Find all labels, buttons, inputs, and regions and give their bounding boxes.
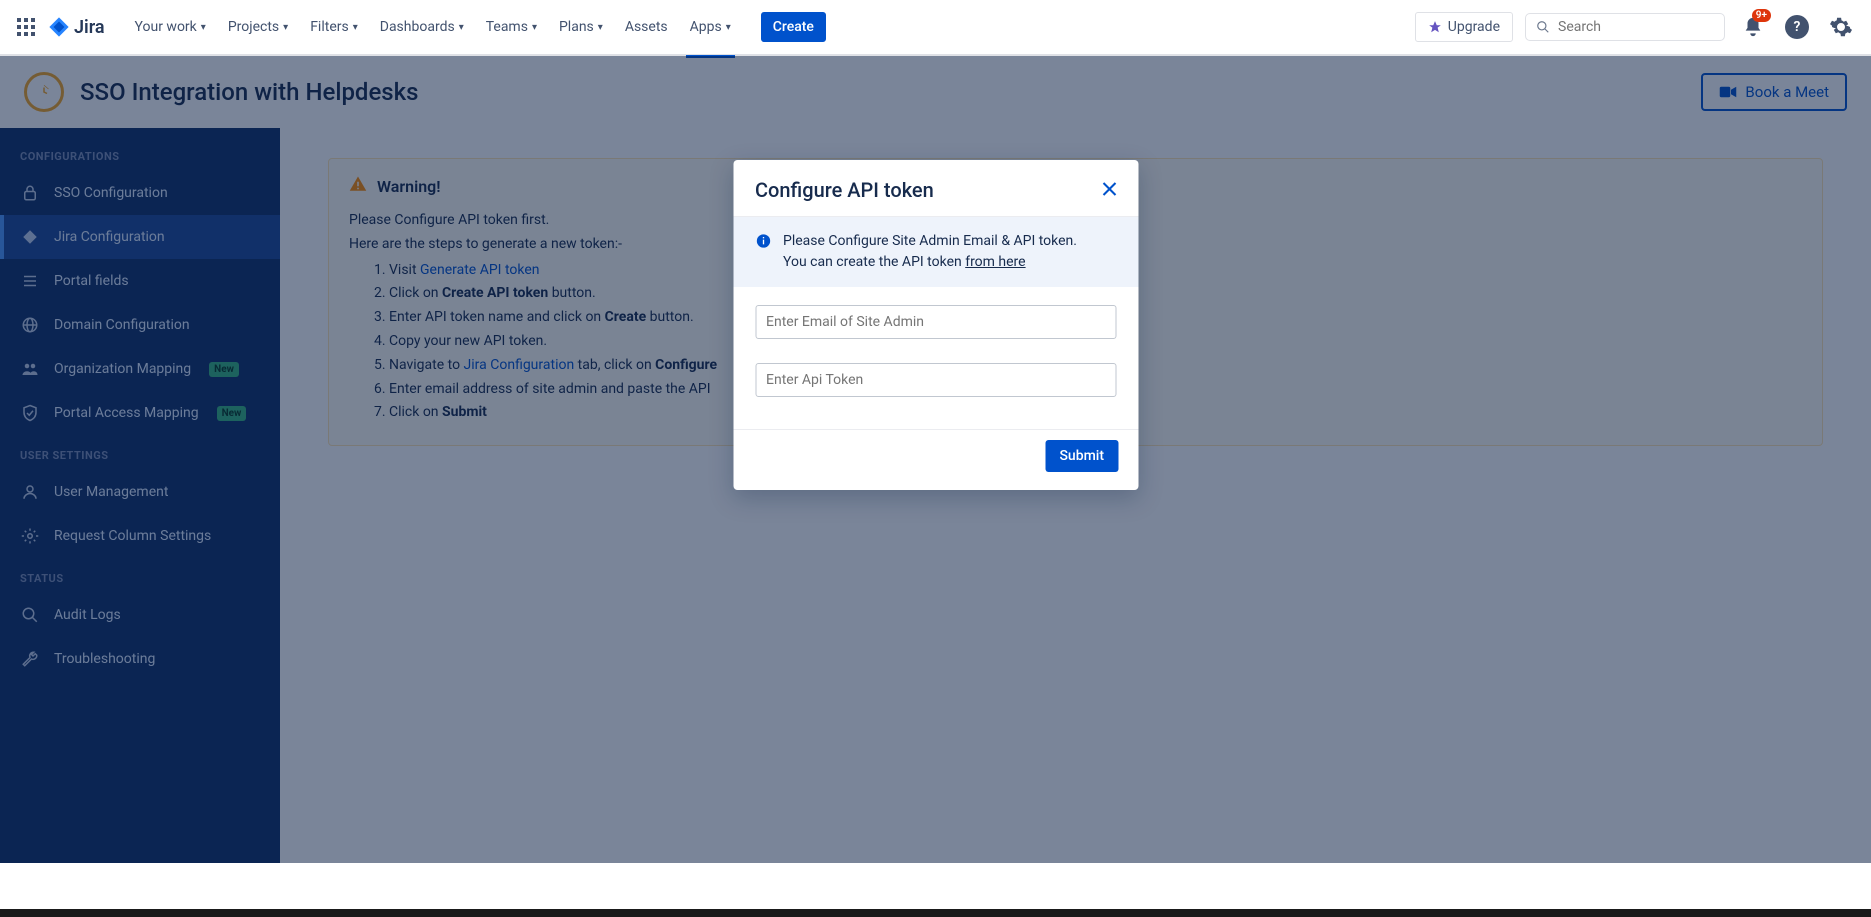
nav-item-dashboards[interactable]: Dashboards▾ [370,13,474,41]
chevron-down-icon: ▾ [353,22,358,33]
nav-item-apps[interactable]: Apps▾ [680,13,741,41]
modal-header: Configure API token [733,160,1138,217]
chevron-down-icon: ▾ [532,22,537,33]
chevron-down-icon: ▾ [283,22,288,33]
app-switcher-icon[interactable] [14,15,38,39]
help-icon: ? [1785,15,1809,39]
top-nav: Jira Your work▾Projects▾Filters▾Dashboar… [0,0,1871,56]
modal-info: Please Configure Site Admin Email & API … [733,217,1138,287]
nav-item-plans[interactable]: Plans▾ [549,13,613,41]
nav-item-assets[interactable]: Assets [615,13,678,41]
submit-button[interactable]: Submit [1045,440,1118,472]
gear-icon [1829,15,1853,39]
site-admin-email-input[interactable] [755,305,1116,339]
modal-title: Configure API token [755,178,934,202]
modal-footer: Submit [733,429,1138,490]
modal-info-text: Please Configure Site Admin Email & API … [783,231,1077,273]
from-here-link[interactable]: from here [965,254,1025,270]
help-button[interactable]: ? [1781,11,1813,43]
nav-item-projects[interactable]: Projects▾ [218,13,298,41]
chevron-down-icon: ▾ [201,22,206,33]
nav-item-your-work[interactable]: Your work▾ [125,13,216,41]
search-input[interactable] [1558,19,1714,35]
info-icon [755,233,771,273]
create-button[interactable]: Create [761,12,826,42]
bottom-bar [0,909,1871,917]
api-token-input[interactable] [755,363,1116,397]
search-icon [1536,19,1550,35]
notif-badge: 9+ [1752,9,1771,22]
jira-logo[interactable]: Jira [48,16,105,38]
jira-icon [48,16,70,38]
nav-items: Your work▾Projects▾Filters▾Dashboards▾Te… [125,13,741,41]
close-icon [1102,182,1116,196]
configure-api-token-modal: Configure API token Please Configure Sit… [733,160,1138,490]
nav-item-teams[interactable]: Teams▾ [476,13,547,41]
modal-close-button[interactable] [1102,180,1116,201]
modal-body [733,287,1138,429]
notifications-button[interactable]: 9+ [1737,11,1769,43]
upgrade-label: Upgrade [1448,19,1500,35]
jira-logo-text: Jira [74,17,105,38]
settings-button[interactable] [1825,11,1857,43]
chevron-down-icon: ▾ [726,22,731,33]
chevron-down-icon: ▾ [598,22,603,33]
topnav-right: Upgrade 9+ ? [1415,11,1857,43]
chevron-down-icon: ▾ [459,22,464,33]
nav-item-filters[interactable]: Filters▾ [300,13,368,41]
premium-icon [1428,20,1442,34]
upgrade-button[interactable]: Upgrade [1415,12,1513,42]
search-box[interactable] [1525,13,1725,41]
